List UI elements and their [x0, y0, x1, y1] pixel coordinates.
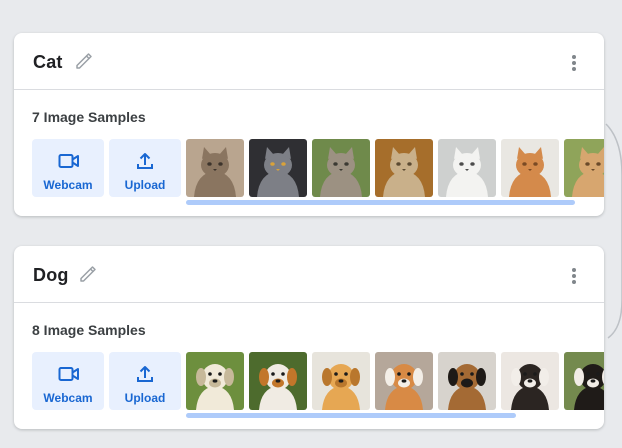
- dog-sample-thumbnail[interactable]: [564, 352, 604, 410]
- dog-sample-thumbnail[interactable]: [249, 352, 307, 410]
- class-card-dog: Dog 8 Image Samples Webcam Upload: [14, 246, 604, 429]
- card-header: Cat: [14, 33, 604, 90]
- cat-sample-thumbnail[interactable]: [438, 139, 496, 197]
- webcam-label: Webcam: [43, 391, 93, 405]
- videocam-icon: [58, 364, 79, 384]
- cat-sample-thumbnail[interactable]: [564, 139, 604, 197]
- upload-label: Upload: [124, 391, 166, 405]
- sample-thumbnails: [186, 139, 604, 197]
- samples-count: 7 Image Samples: [32, 109, 146, 125]
- upload-label: Upload: [124, 178, 166, 192]
- dog-sample-thumbnail[interactable]: [438, 352, 496, 410]
- more-vert-icon[interactable]: [566, 266, 582, 286]
- cat-sample-thumbnail[interactable]: [312, 139, 370, 197]
- cat-sample-thumbnail[interactable]: [501, 139, 559, 197]
- webcam-button[interactable]: Webcam: [32, 352, 104, 410]
- pencil-icon[interactable]: [78, 264, 98, 284]
- class-name[interactable]: Cat: [33, 52, 63, 73]
- cat-sample-thumbnail[interactable]: [375, 139, 433, 197]
- dog-sample-thumbnail[interactable]: [186, 352, 244, 410]
- pencil-icon[interactable]: [74, 51, 94, 71]
- class-name[interactable]: Dog: [33, 265, 69, 286]
- class-card-cat: Cat 7 Image Samples Webcam Upload: [14, 33, 604, 216]
- thumbnail-scrollbar[interactable]: [186, 413, 516, 418]
- card-header: Dog: [14, 246, 604, 303]
- upload-icon: [135, 364, 155, 384]
- videocam-icon: [58, 151, 79, 171]
- upload-button[interactable]: Upload: [109, 352, 181, 410]
- dog-sample-thumbnail[interactable]: [312, 352, 370, 410]
- webcam-button[interactable]: Webcam: [32, 139, 104, 197]
- cat-sample-thumbnail[interactable]: [186, 139, 244, 197]
- samples-count: 8 Image Samples: [32, 322, 146, 338]
- dog-sample-thumbnail[interactable]: [501, 352, 559, 410]
- upload-icon: [135, 151, 155, 171]
- cat-sample-thumbnail[interactable]: [249, 139, 307, 197]
- thumbnail-scrollbar[interactable]: [186, 200, 575, 205]
- webcam-label: Webcam: [43, 178, 93, 192]
- upload-button[interactable]: Upload: [109, 139, 181, 197]
- sample-thumbnails: [186, 352, 604, 410]
- dog-sample-thumbnail[interactable]: [375, 352, 433, 410]
- more-vert-icon[interactable]: [566, 53, 582, 73]
